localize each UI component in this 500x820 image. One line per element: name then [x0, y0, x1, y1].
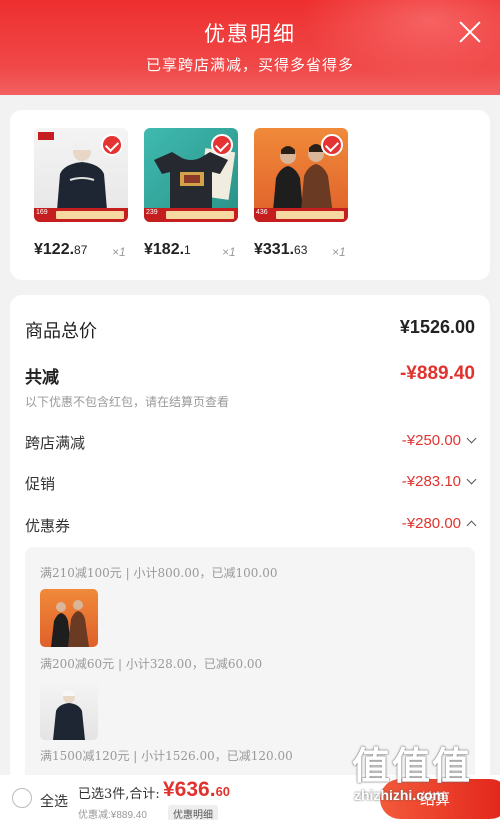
cross-store-value: -¥250.00 [401, 432, 461, 449]
close-icon[interactable] [458, 20, 482, 44]
promo-value: -¥283.10 [401, 473, 461, 490]
select-all-radio[interactable] [12, 788, 32, 808]
page-subtitle: 已享跨店满减，买得多省得多 [145, 56, 354, 74]
product-price: ¥122.87 [34, 241, 88, 258]
coupon-line: 满1500减120元 | 小计1526.00，已减120.00 [40, 749, 293, 763]
site-watermark: 值值值 zhizhizhi.com [352, 735, 492, 810]
couple-jackets-image[interactable]: 436 [254, 128, 348, 222]
promo-tag: 239 [146, 209, 158, 216]
total-price-value: ¥1526.00 [399, 317, 475, 337]
header: 优惠明细 已享跨店满减，买得多省得多 [0, 0, 500, 95]
selected-count: 已选3件,合计: [78, 787, 160, 802]
sweatshirt-figure-icon [53, 690, 85, 740]
page-title: 优惠明细 [204, 22, 296, 46]
selected-products-card: 169 ¥122.87 ×1 239 ¥182.1 ×1 436 ¥331.63… [10, 110, 490, 280]
selected-check-icon[interactable] [211, 134, 233, 156]
promo-label: 促销 [25, 475, 56, 493]
watermark-domain: zhizhizhi.com [354, 787, 445, 803]
product-qty: ×1 [112, 245, 126, 259]
discount-detail-button[interactable]: 优惠明细 [168, 805, 218, 820]
watermark-logo: 值值值 [352, 744, 473, 788]
cross-store-label: 跨店满减 [25, 434, 86, 452]
product-item[interactable]: 436 ¥331.63 ×1 [254, 128, 362, 259]
select-all-label[interactable]: 全选 [40, 791, 68, 811]
promo-strip: 169 [34, 208, 128, 222]
couple-jackets-thumb [40, 589, 98, 647]
promo-tag: 169 [36, 209, 48, 216]
red-packet-hint: 以下优惠不包含红包，请在结算页查看 [25, 395, 230, 409]
selected-check-icon[interactable] [321, 134, 343, 156]
promo-bar [166, 211, 234, 219]
total-reduce-value: -¥889.40 [399, 363, 475, 384]
product-item[interactable]: 239 ¥182.1 ×1 [144, 128, 252, 259]
product-qty: ×1 [332, 245, 346, 259]
grand-total: ¥636.60 [163, 778, 231, 801]
coupon-value: -¥280.00 [401, 515, 461, 532]
couple-figure-icon [51, 600, 89, 647]
product-item[interactable]: 169 ¥122.87 ×1 [34, 128, 142, 259]
coupon-line: 满200减60元 | 小计328.00，已减60.00 [40, 657, 263, 671]
product-price: ¥182.1 [144, 241, 191, 258]
total-reduce-label: 共减 [25, 368, 59, 388]
discount-summary: 优惠减:¥889.40 [78, 810, 147, 820]
sweatshirt-thumb [40, 682, 98, 740]
promo-strip: 239 [144, 208, 238, 222]
tshirt-image[interactable]: 239 [144, 128, 238, 222]
sweatshirt-image[interactable]: 169 [34, 128, 128, 222]
product-price: ¥331.63 [254, 241, 308, 258]
promo-bar [276, 211, 344, 219]
selected-check-icon[interactable] [101, 134, 123, 156]
promo-bar [56, 211, 124, 219]
promo-tag: 436 [256, 209, 268, 216]
coupon-label: 优惠券 [25, 517, 71, 535]
coupon-line: 满210减100元 | 小计800.00，已减100.00 [40, 566, 278, 580]
product-qty: ×1 [222, 245, 236, 259]
total-price-label: 商品总价 [25, 321, 97, 342]
promo-strip: 436 [254, 208, 348, 222]
